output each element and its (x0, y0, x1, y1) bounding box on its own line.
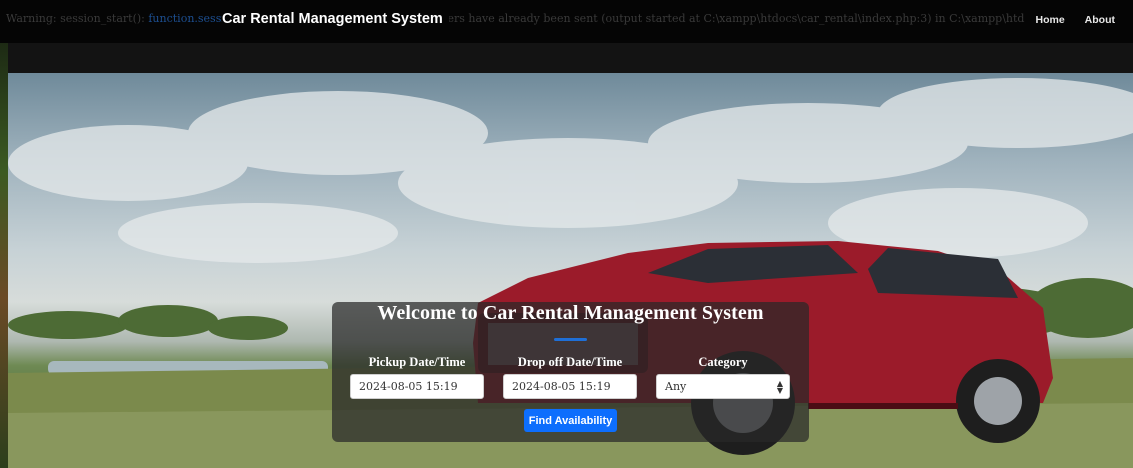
hero-title: Welcome to Car Rental Management System (377, 302, 764, 324)
dropoff-label: Drop off Date/Time (517, 355, 623, 369)
clouds (8, 78, 1133, 263)
availability-search-panel: Welcome to Car Rental Management System … (332, 302, 809, 442)
warning-text: Warning: session_start(): (6, 12, 149, 25)
navbar-subbar (0, 43, 1133, 73)
php-warning-message: Warning: session_start(): function.sessi… (6, 12, 1126, 25)
find-availability-button[interactable]: Find Availability (524, 409, 617, 432)
select-updown-icon: ▲ ▼ (776, 379, 783, 395)
top-navbar: Warning: session_start(): function.sessi… (0, 0, 1133, 43)
category-label: Category (698, 355, 748, 369)
nav-links: Home About (1025, 0, 1133, 43)
nav-link-home[interactable]: Home (1025, 0, 1074, 43)
nav-link-about[interactable]: About (1075, 0, 1125, 43)
left-edge-strip (0, 43, 8, 468)
pickup-label: Pickup Date/Time (368, 355, 466, 369)
brand-title[interactable]: Car Rental Management System (222, 11, 449, 27)
pickup-datetime-input[interactable]: 2024-08-05 15:19 (350, 374, 484, 399)
category-selected-value: Any (665, 380, 687, 393)
category-select[interactable]: Any ▲ ▼ (656, 374, 790, 399)
title-underline (554, 338, 587, 341)
dropoff-datetime-input[interactable]: 2024-08-05 15:19 (503, 374, 637, 399)
